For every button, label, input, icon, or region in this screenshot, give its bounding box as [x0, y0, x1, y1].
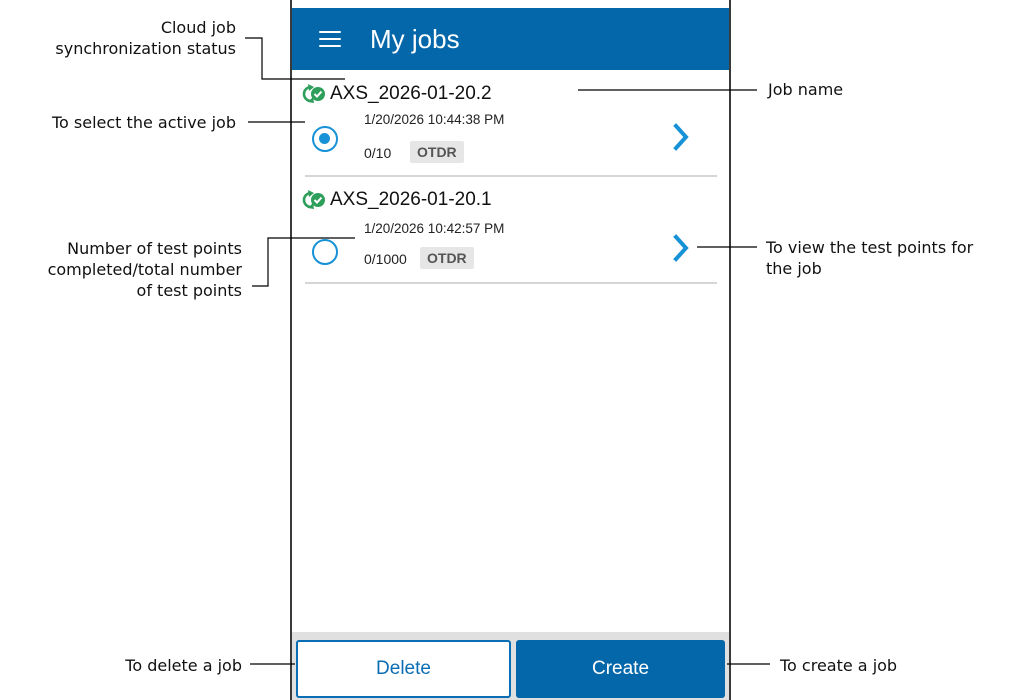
active-job-radio[interactable] [312, 239, 338, 265]
phone-screen: My jobs AXS_2026-01-20.2 1/20/2026 10:44… [290, 0, 731, 700]
callout-text: To select the active job [51, 113, 236, 132]
callout-text: Job name [768, 80, 844, 99]
callout-text: To view the test points for [766, 238, 974, 257]
job-date: 1/20/2026 10:42:57 PM [364, 221, 505, 236]
callout-select-active: To select the active job [52, 112, 236, 133]
test-points-count: 0/1000 [364, 251, 407, 267]
app-bar: My jobs [292, 8, 729, 70]
callout-text: To create a job [780, 656, 898, 675]
callout-text: the job [766, 259, 822, 278]
callout-text: synchronization status [55, 39, 236, 58]
job-date: 1/20/2026 10:44:38 PM [364, 112, 505, 127]
callout-delete: To delete a job [125, 655, 242, 676]
callout-text: of test points [136, 281, 242, 300]
chevron-right-icon[interactable] [672, 122, 690, 152]
callout-text: To delete a job [125, 656, 242, 675]
job-name: AXS_2026-01-20.2 [330, 83, 492, 104]
callout-job-name: Job name [768, 79, 843, 100]
job-list-item[interactable]: AXS_2026-01-20.2 1/20/2026 10:44:38 PM 0… [292, 78, 729, 178]
job-list-item[interactable]: AXS_2026-01-20.1 1/20/2026 10:42:57 PM 0… [292, 184, 729, 284]
delete-button[interactable]: Delete [296, 640, 511, 698]
test-type-badge: OTDR [420, 247, 474, 269]
hamburger-menu-icon[interactable] [319, 31, 341, 48]
test-type-badge: OTDR [410, 141, 464, 163]
cloud-sync-check-icon [302, 190, 325, 209]
job-name-row: AXS_2026-01-20.1 [302, 188, 492, 212]
page-title: My jobs [370, 24, 460, 54]
create-button[interactable]: Create [516, 640, 725, 698]
divider [305, 282, 717, 284]
chevron-right-icon[interactable] [672, 233, 690, 263]
job-name-row: AXS_2026-01-20.2 [302, 82, 492, 106]
callout-sync-status: Cloud job synchronization status [55, 17, 236, 59]
job-name: AXS_2026-01-20.1 [330, 189, 492, 210]
callout-text: completed/total number [47, 260, 242, 279]
callout-view-points: To view the test points for the job [766, 237, 973, 279]
bottom-action-bar: Delete Create [292, 632, 729, 700]
active-job-radio[interactable] [312, 126, 338, 152]
callout-text: Cloud job [160, 18, 236, 37]
test-points-count: 0/10 [364, 145, 392, 161]
callout-test-points: Number of test points completed/total nu… [48, 238, 242, 301]
divider [305, 175, 717, 177]
callout-text: Number of test points [67, 239, 242, 258]
callout-create: To create a job [780, 655, 897, 676]
cloud-sync-check-icon [302, 84, 325, 103]
